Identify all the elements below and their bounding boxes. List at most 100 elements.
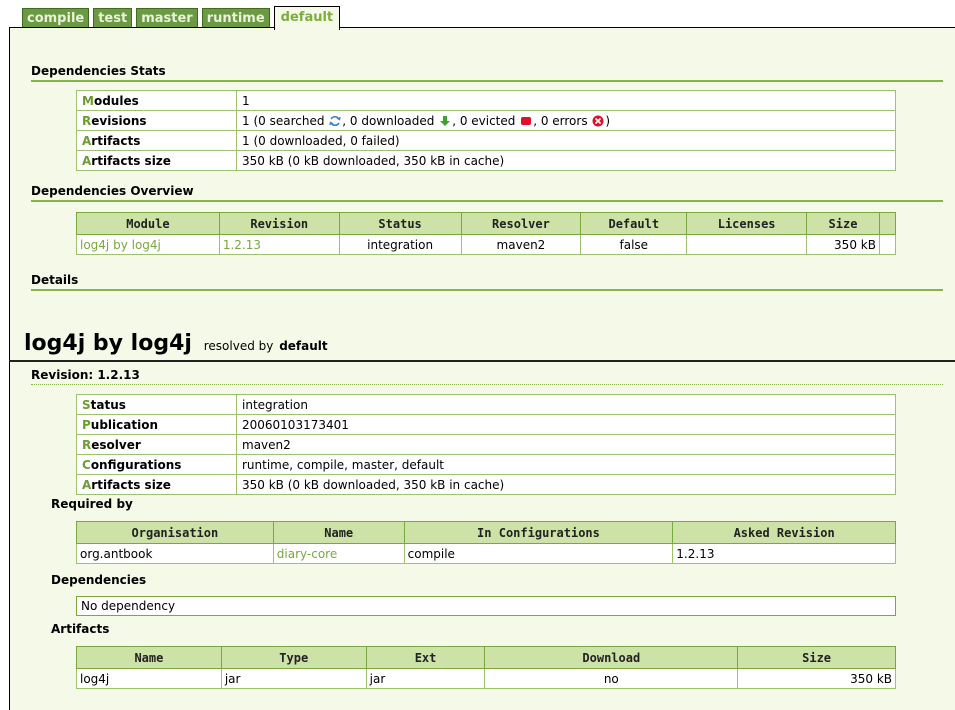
organisation-cell: org.antbook bbox=[76, 543, 274, 564]
col-default[interactable]: Default bbox=[580, 212, 688, 235]
revisions-text-searched: 1 (0 searched bbox=[242, 113, 329, 128]
module-name: log4j by log4j bbox=[24, 331, 192, 356]
revision-rule bbox=[31, 384, 943, 385]
resolver-cell: maven2 bbox=[460, 234, 582, 255]
required-by-header-row: Organisation Name In Configurations Aske… bbox=[76, 521, 896, 544]
size-cell: 350 kB bbox=[806, 234, 880, 255]
col-ext[interactable]: Ext bbox=[365, 646, 486, 669]
info-value-configurations: runtime, compile, master, default bbox=[236, 454, 896, 475]
col-download[interactable]: Download bbox=[484, 646, 739, 669]
col-resolver[interactable]: Resolver bbox=[460, 212, 582, 235]
module-heading: log4j by log4j resolved by default bbox=[24, 331, 328, 356]
info-row-configurations: Configurations runtime, compile, master,… bbox=[76, 454, 896, 475]
resolved-by-label: resolved by bbox=[203, 339, 274, 353]
module-heading-rule bbox=[9, 360, 955, 362]
stats-value-artifacts: 1 (0 downloaded, 0 failed) bbox=[236, 130, 896, 151]
artifacts-table: Name Type Ext Download Size log4j jar ja… bbox=[76, 646, 896, 689]
red-x-circle-icon bbox=[592, 115, 604, 127]
info-row-status: Status integration bbox=[76, 394, 896, 415]
stats-row-modules: Modules 1 bbox=[76, 90, 896, 111]
revisions-text-close: ) bbox=[605, 113, 611, 128]
overview-rule bbox=[31, 200, 943, 202]
info-key-initial: S bbox=[82, 397, 91, 412]
col-spacer bbox=[878, 212, 897, 235]
info-key-initial: A bbox=[82, 477, 92, 492]
info-row-resolver: Resolver maven2 bbox=[76, 434, 896, 455]
info-key: ublication bbox=[90, 417, 159, 432]
tab-compile[interactable]: compile bbox=[22, 8, 90, 28]
overview-table: Module Revision Status Resolver Default … bbox=[76, 212, 897, 255]
stats-value-modules: 1 bbox=[236, 90, 896, 111]
tab-master[interactable]: master bbox=[136, 8, 198, 28]
info-key-initial: R bbox=[82, 437, 92, 452]
info-key-initial: P bbox=[82, 417, 91, 432]
info-key-initial: C bbox=[82, 457, 91, 472]
stats-key-initial: M bbox=[82, 93, 94, 108]
info-value-status: integration bbox=[236, 394, 896, 415]
no-dependency-box: No dependency bbox=[76, 596, 896, 616]
col-artifact-size[interactable]: Size bbox=[737, 646, 896, 669]
required-by-table: Organisation Name In Configurations Aske… bbox=[76, 521, 896, 564]
tab-test[interactable]: test bbox=[93, 8, 133, 28]
artifacts-title: Artifacts bbox=[51, 622, 110, 636]
stats-key: rtifacts bbox=[91, 133, 141, 148]
artifact-ext-cell: jar bbox=[365, 668, 486, 689]
asked-revision-cell: 1.2.13 bbox=[672, 543, 896, 564]
col-licenses[interactable]: Licenses bbox=[686, 212, 808, 235]
search-arrows-icon bbox=[329, 115, 341, 127]
revision-link[interactable]: 1.2.13 bbox=[218, 234, 340, 255]
required-by-title: Required by bbox=[51, 497, 133, 511]
col-asked-revision[interactable]: Asked Revision bbox=[672, 521, 896, 544]
table-row: log4j by log4j 1.2.13 integration maven2… bbox=[76, 234, 897, 255]
stats-title: Dependencies Stats bbox=[31, 64, 166, 78]
table-row: log4j jar jar no 350 kB bbox=[76, 668, 896, 689]
col-type[interactable]: Type bbox=[220, 646, 367, 669]
artifact-size-cell: 350 kB bbox=[737, 668, 896, 689]
revision-info-table: Status integration Publication 200601031… bbox=[76, 394, 896, 495]
info-key: tatus bbox=[90, 397, 126, 412]
col-artifact-name[interactable]: Name bbox=[76, 646, 222, 669]
col-module[interactable]: Module bbox=[76, 212, 220, 235]
info-value-publication: 20060103173401 bbox=[236, 414, 896, 435]
dependencies-title: Dependencies bbox=[51, 573, 147, 587]
stats-row-artifacts-size: Artifacts size 350 kB (0 kB downloaded, … bbox=[76, 150, 896, 171]
artifact-name-cell: log4j bbox=[76, 668, 222, 689]
stats-value-revisions: 1 (0 searched , 0 downloaded , 0 evicted… bbox=[236, 110, 896, 131]
default-cell: false bbox=[580, 234, 688, 255]
col-name[interactable]: Name bbox=[272, 521, 405, 544]
col-revision[interactable]: Revision bbox=[218, 212, 340, 235]
info-key: rtifacts size bbox=[91, 477, 171, 492]
stats-table: Modules 1 Revisions 1 (0 searched , 0 do… bbox=[76, 90, 896, 171]
col-in-configurations[interactable]: In Configurations bbox=[403, 521, 674, 544]
info-key: onfigurations bbox=[90, 457, 182, 472]
info-key: esolver bbox=[91, 437, 141, 452]
stats-key: evisions bbox=[91, 113, 147, 128]
stats-row-artifacts: Artifacts 1 (0 downloaded, 0 failed) bbox=[76, 130, 896, 151]
resolved-by-value: default bbox=[279, 339, 328, 353]
stats-key-initial: R bbox=[82, 113, 92, 128]
stats-row-revisions: Revisions 1 (0 searched , 0 downloaded ,… bbox=[76, 110, 896, 131]
col-size[interactable]: Size bbox=[806, 212, 880, 235]
col-organisation[interactable]: Organisation bbox=[76, 521, 274, 544]
configurations-cell: compile bbox=[403, 543, 674, 564]
stats-key-initial: A bbox=[82, 133, 92, 148]
tab-runtime[interactable]: runtime bbox=[201, 8, 270, 28]
info-value-artifacts-size: 350 kB (0 kB downloaded, 350 kB in cache… bbox=[236, 474, 896, 495]
info-value-resolver: maven2 bbox=[236, 434, 896, 455]
details-title: Details bbox=[31, 273, 79, 287]
stats-key: rtifacts size bbox=[91, 153, 171, 168]
green-down-arrow-icon bbox=[440, 116, 451, 126]
red-square-icon bbox=[521, 117, 532, 125]
revisions-text-downloaded: , 0 downloaded bbox=[342, 113, 439, 128]
tab-default[interactable]: default bbox=[273, 6, 341, 30]
stats-value-artifacts-size: 350 kB (0 kB downloaded, 350 kB in cache… bbox=[236, 150, 896, 171]
overview-title: Dependencies Overview bbox=[31, 184, 194, 198]
artifact-type-cell: jar bbox=[220, 668, 367, 689]
revision-heading: Revision: 1.2.13 bbox=[31, 368, 140, 382]
required-by-name-link[interactable]: diary-core bbox=[272, 543, 405, 564]
col-status[interactable]: Status bbox=[338, 212, 462, 235]
module-link[interactable]: log4j by log4j bbox=[76, 234, 220, 255]
tab-bar: compile test master runtime default bbox=[22, 6, 344, 30]
info-row-artifacts-size: Artifacts size 350 kB (0 kB downloaded, … bbox=[76, 474, 896, 495]
details-rule bbox=[31, 289, 943, 291]
